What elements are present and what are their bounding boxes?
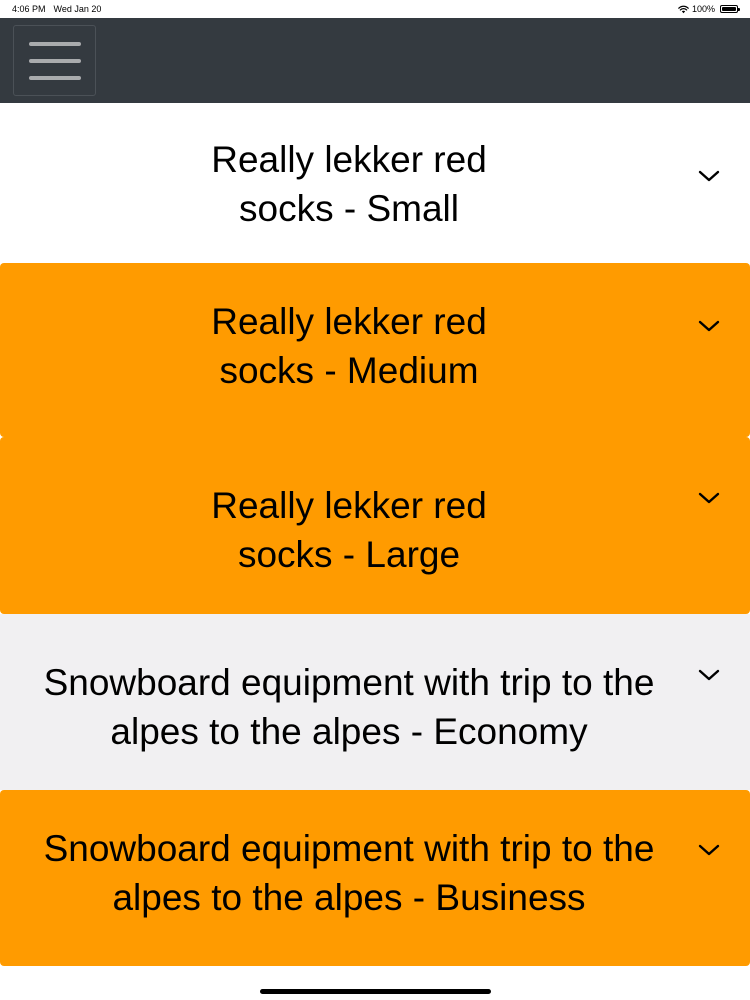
product-row-medium[interactable]: Really lekker red socks - Medium — [0, 263, 750, 437]
home-indicator — [260, 989, 491, 994]
product-title: Snowboard equipment with trip to the alp… — [43, 828, 655, 918]
status-date: Wed Jan 20 — [53, 4, 102, 14]
product-row-economy[interactable]: Snowboard equipment with trip to the alp… — [0, 614, 750, 790]
product-title: Really lekker red socks - Large — [211, 485, 487, 575]
battery-icon — [720, 5, 740, 13]
product-title: Really lekker red socks - Medium — [211, 301, 487, 391]
product-title: Really lekker red socks - Small — [211, 139, 487, 229]
app-header — [0, 18, 750, 103]
product-row-small[interactable]: Really lekker red socks - Small — [0, 103, 750, 263]
wifi-icon — [678, 5, 689, 13]
chevron-down-icon[interactable] — [698, 843, 720, 857]
menu-button[interactable] — [13, 25, 96, 96]
hamburger-menu-icon — [29, 42, 81, 80]
product-title: Snowboard equipment with trip to the alp… — [43, 662, 655, 752]
product-list: Really lekker red socks - Small Really l… — [0, 103, 750, 966]
status-bar: 4:06 PM Wed Jan 20 100% — [0, 0, 750, 18]
chevron-down-icon[interactable] — [698, 319, 720, 333]
product-row-business[interactable]: Snowboard equipment with trip to the alp… — [0, 790, 750, 966]
chevron-down-icon[interactable] — [698, 668, 720, 682]
product-row-large[interactable]: Really lekker red socks - Large — [0, 437, 750, 614]
chevron-down-icon[interactable] — [698, 491, 720, 505]
status-time: 4:06 PM — [12, 4, 46, 14]
chevron-down-icon[interactable] — [698, 169, 720, 183]
battery-percentage: 100% — [691, 4, 715, 14]
